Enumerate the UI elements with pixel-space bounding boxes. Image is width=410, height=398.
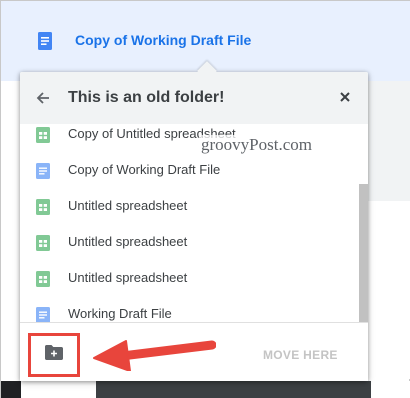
move-here-button[interactable]: MOVE HERE <box>263 348 338 362</box>
list-item[interactable]: Working Draft File <box>20 296 360 322</box>
new-folder-icon <box>45 345 63 365</box>
list-item-label: Working Draft File <box>68 306 172 321</box>
list-item[interactable]: Copy of Working Draft File <box>20 152 360 188</box>
annotation-arrow-icon <box>92 337 217 376</box>
google-sheets-icon <box>36 199 50 220</box>
list-item-label: Untitled spreadsheet <box>68 198 188 213</box>
background-strip <box>367 81 410 201</box>
list-item[interactable]: Untitled spreadsheet <box>20 188 360 224</box>
list-item-label: Untitled spreadsheet <box>68 270 188 285</box>
move-dialog: This is an old folder! Copy of Untitled … <box>20 61 368 381</box>
list-item[interactable]: Untitled spreadsheet <box>20 224 360 260</box>
background-bottom-strip <box>1 381 410 398</box>
dialog-footer: MOVE HERE <box>20 322 368 381</box>
google-sheets-icon <box>36 127 50 148</box>
scrollbar-thumb[interactable] <box>359 184 368 322</box>
google-sheets-icon <box>36 235 50 256</box>
list-item-label: Untitled spreadsheet <box>68 234 188 249</box>
list-item-label: Copy of Working Draft File <box>68 162 221 177</box>
background-dark-bar <box>96 381 371 398</box>
folder-contents-list[interactable]: Copy of Untitled spreadsheet Copy of Wor… <box>20 124 368 322</box>
google-docs-icon <box>36 307 50 322</box>
selected-file-name: Copy of Working Draft File <box>75 32 252 48</box>
google-sheets-icon <box>36 271 50 292</box>
list-item[interactable]: Untitled spreadsheet <box>20 260 360 296</box>
close-icon[interactable] <box>339 90 351 108</box>
watermark: groovyPost.com <box>199 135 314 155</box>
background-dark-block <box>1 381 21 398</box>
background-panel <box>367 201 410 379</box>
dialog-header: This is an old folder! <box>20 72 368 124</box>
google-docs-icon <box>36 163 50 184</box>
dialog-title: This is an old folder! <box>68 89 225 106</box>
arrow-left-icon[interactable] <box>36 91 50 110</box>
google-docs-icon <box>38 32 52 55</box>
new-folder-button[interactable] <box>28 333 80 377</box>
